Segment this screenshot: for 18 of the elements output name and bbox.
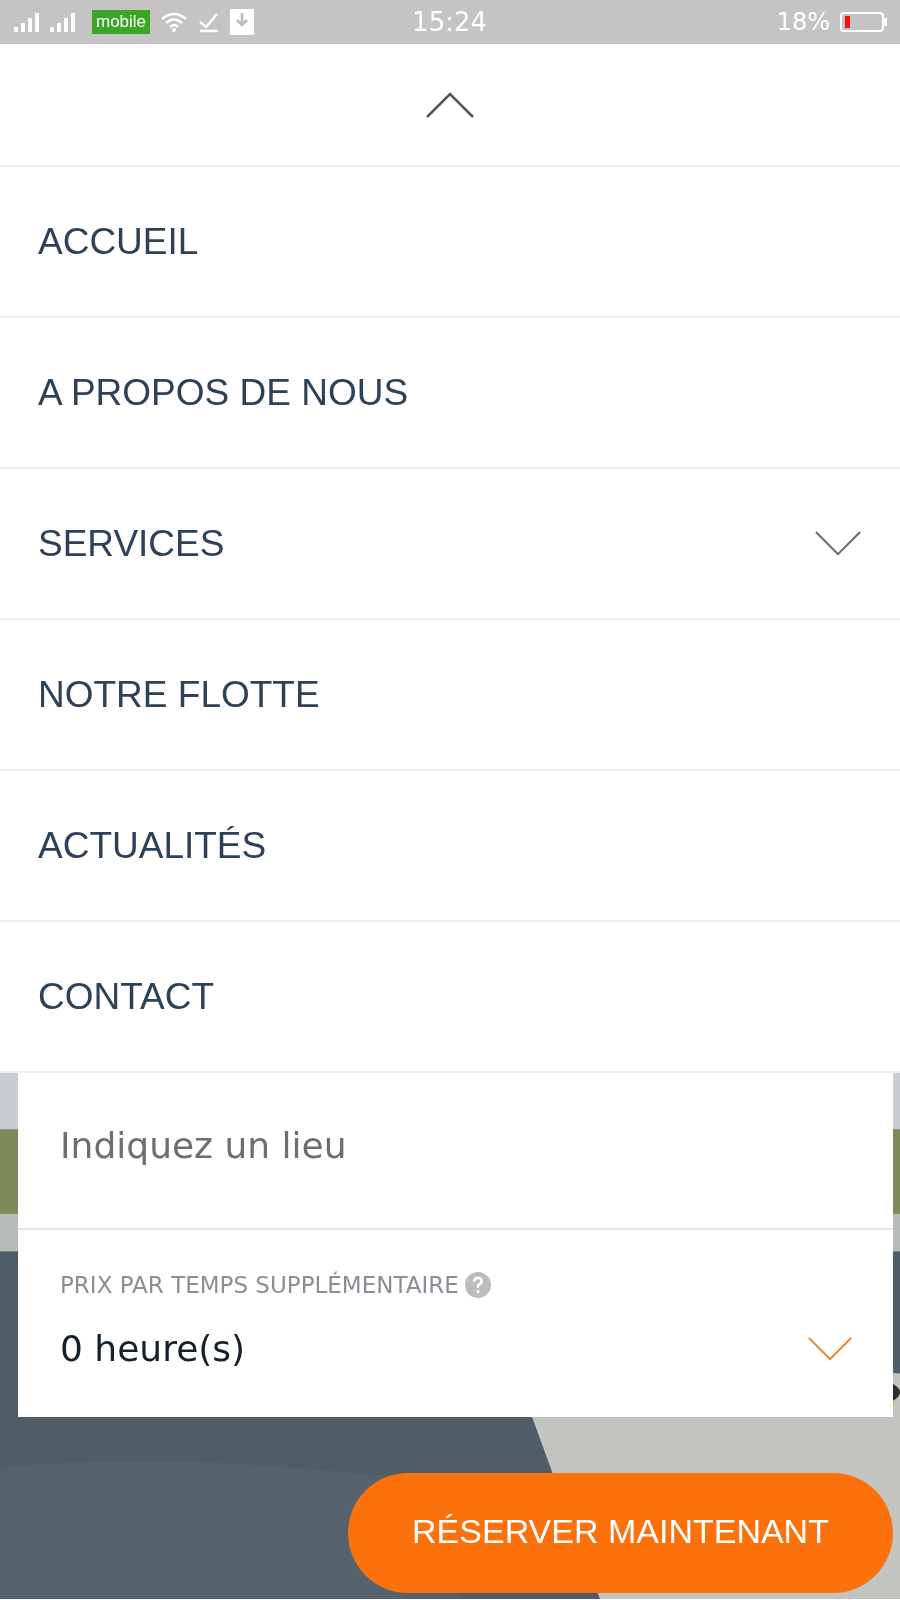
- location-field[interactable]: Indiquez un lieu: [18, 1073, 893, 1228]
- wifi-icon: [160, 11, 189, 33]
- chevron-down-icon: [814, 530, 862, 557]
- field-label: PRIX PAR TEMPS SUPPLÉMENTAIRE: [60, 1272, 459, 1298]
- menu-item[interactable]: NOTRE FLOTTE: [0, 620, 900, 771]
- chevron-down-icon: [807, 1335, 853, 1362]
- battery-icon: [840, 11, 888, 33]
- hours-select[interactable]: 0 heure(s): [18, 1298, 893, 1417]
- collapse-chevron-icon[interactable]: [425, 90, 475, 119]
- battery-percent: 18%: [776, 8, 830, 36]
- check-icon: [198, 11, 221, 33]
- clock: 15:24: [412, 7, 488, 37]
- download-icon: [230, 9, 255, 35]
- menu-item[interactable]: A PROPOS DE NOUS: [0, 318, 900, 469]
- menu-item[interactable]: ACTUALITÉS: [0, 771, 900, 922]
- carrier-badge: mobile: [92, 10, 151, 34]
- menu-item[interactable]: SERVICES: [0, 469, 900, 620]
- menu-item[interactable]: ACCUEIL: [0, 167, 900, 318]
